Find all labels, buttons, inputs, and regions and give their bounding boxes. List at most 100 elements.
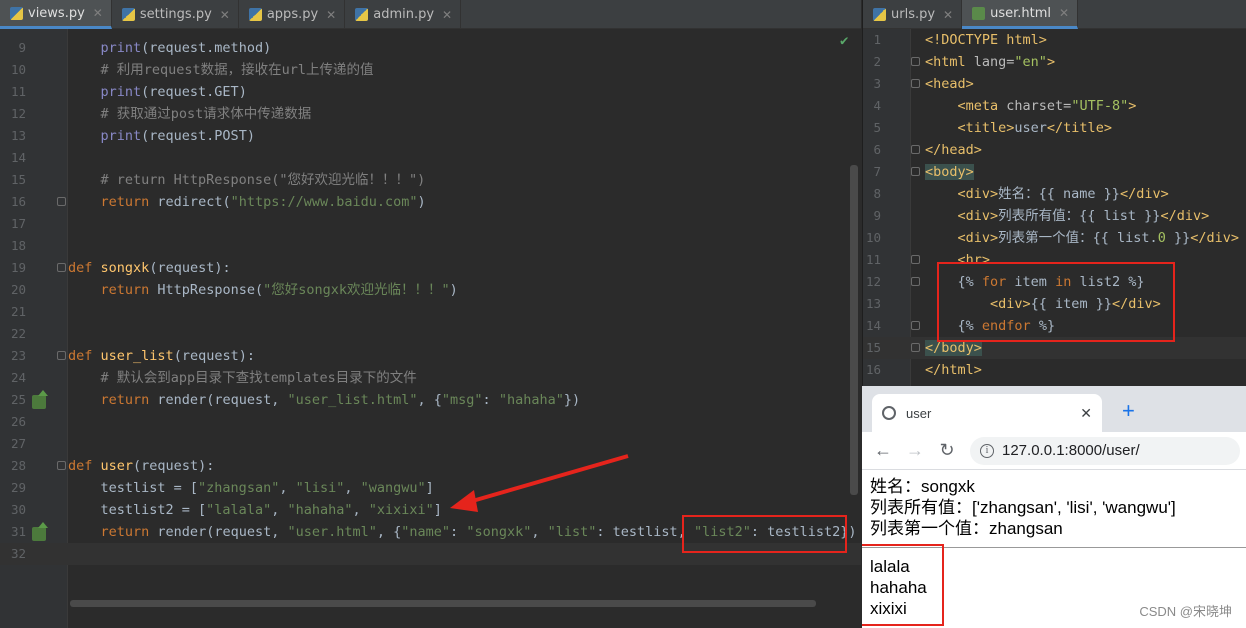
back-arrow-icon[interactable]: ← xyxy=(874,440,892,461)
code-line[interactable]: 9 <div>列表所有值：{{ list }}</div> xyxy=(863,205,1246,227)
code-text: return redirect("https://www.baidu.com") xyxy=(68,191,426,213)
code-text: # return HttpResponse("您好欢迎光临！！！") xyxy=(68,169,426,191)
tab-admin-py[interactable]: admin.py ✕ xyxy=(345,0,462,29)
code-line[interactable]: 10 <div>列表第一个值：{{ list.0 }}</div> xyxy=(863,227,1246,249)
fold-marker-icon[interactable] xyxy=(911,321,920,330)
code-token: <body> xyxy=(925,164,974,180)
fold-marker-icon[interactable] xyxy=(57,197,66,206)
code-text: def user(request): xyxy=(68,455,214,477)
code-line[interactable]: 7 <body> xyxy=(863,161,1246,183)
close-tab-icon[interactable]: ✕ xyxy=(1059,6,1069,20)
browser-tab[interactable]: user ✕ xyxy=(872,394,1102,432)
code-line[interactable]: 26 xyxy=(0,411,861,433)
code-line[interactable]: 16 return redirect("https://www.baidu.co… xyxy=(0,191,861,213)
code-token: , { xyxy=(376,524,402,540)
code-line[interactable]: 2 <html lang="en"> xyxy=(863,51,1246,73)
line-number: 12 xyxy=(865,274,881,289)
close-tab-icon[interactable]: ✕ xyxy=(220,8,230,22)
info-icon[interactable]: i xyxy=(980,443,994,458)
code-line[interactable]: 23 def user_list(request): xyxy=(0,345,861,367)
fold-marker-icon[interactable] xyxy=(911,79,920,88)
code-line[interactable]: 17 xyxy=(0,213,861,235)
code-line[interactable]: 27 xyxy=(0,433,861,455)
code-line[interactable]: 18 xyxy=(0,235,861,257)
code-token: "songxk" xyxy=(466,524,532,540)
code-token: "wangwu" xyxy=(360,480,426,496)
code-token: "lisi" xyxy=(295,480,345,496)
code-line[interactable]: 6 </head> xyxy=(863,139,1246,161)
inspection-ok-icon: ✔ xyxy=(840,33,849,49)
horizontal-scrollbar[interactable] xyxy=(70,600,816,607)
tab-label: views.py xyxy=(28,5,85,21)
code-token: "xixixi" xyxy=(368,502,434,518)
address-bar[interactable]: i 127.0.0.1:8000/user/ xyxy=(970,436,1240,465)
code-line[interactable]: 14 xyxy=(0,147,861,169)
browser-window: user ✕ + ← → ↻ i 127.0.0.1:8000/user/ 姓名… xyxy=(862,386,1246,628)
browser-tab-title: user xyxy=(906,405,932,421)
close-tab-icon[interactable]: ✕ xyxy=(1080,405,1092,422)
fold-marker-icon[interactable] xyxy=(57,351,66,360)
code-token: <head> xyxy=(925,76,974,92)
code-line[interactable]: 16 </html> xyxy=(863,359,1246,381)
html-file-icon xyxy=(972,6,986,20)
code-token: render(request, xyxy=(149,392,288,408)
annotation-box-list2 xyxy=(682,515,847,553)
fold-marker-icon[interactable] xyxy=(57,263,66,272)
code-line[interactable]: 10 # 利用request数据，接收在url上传递的值 xyxy=(0,59,861,81)
code-line[interactable]: 8 <div>姓名：{{ name }}</div> xyxy=(863,183,1246,205)
code-token: # return HttpResponse("您好欢迎光临！！！") xyxy=(68,172,426,188)
template-gutter-icon[interactable] xyxy=(32,522,48,541)
code-editor-user-html[interactable]: urls.py ✕ user.html ✕ 1 <!DOCTYPE html> 2 <htm… xyxy=(862,0,1246,386)
code-line[interactable]: 13 print(request.POST) xyxy=(0,125,861,147)
fold-marker-icon[interactable] xyxy=(57,461,66,470)
code-text: return HttpResponse("您好songxk欢迎光临！！！") xyxy=(68,279,458,301)
close-tab-icon[interactable]: ✕ xyxy=(943,8,953,22)
line-number: 12 xyxy=(10,106,26,121)
code-line[interactable]: 4 <meta charset="UTF-8"> xyxy=(863,95,1246,117)
code-line[interactable]: 15 # return HttpResponse("您好欢迎光临！！！") xyxy=(0,169,861,191)
code-line[interactable]: 5 <title>user</title> xyxy=(863,117,1246,139)
tab-apps-py[interactable]: apps.py ✕ xyxy=(239,0,346,29)
reload-icon[interactable]: ↻ xyxy=(938,440,956,461)
fold-marker-icon[interactable] xyxy=(911,277,920,286)
tab-label: user.html xyxy=(990,5,1052,21)
close-tab-icon[interactable]: ✕ xyxy=(326,8,336,22)
close-tab-icon[interactable]: ✕ xyxy=(93,6,103,20)
fold-marker-icon[interactable] xyxy=(911,167,920,176)
code-line[interactable]: 9 print(request.method) xyxy=(0,37,861,59)
fold-marker-icon[interactable] xyxy=(911,343,920,352)
editor-tab-bar: views.py ✕ settings.py ✕ apps.py ✕ admin.py ✕ xyxy=(0,0,861,29)
code-token: "en" xyxy=(1014,54,1047,70)
tab-user-html[interactable]: user.html ✕ xyxy=(962,0,1079,29)
code-line[interactable]: 12 # 获取通过post请求体中传递数据 xyxy=(0,103,861,125)
forward-arrow-icon[interactable]: → xyxy=(906,440,924,461)
code-line[interactable]: 21 xyxy=(0,301,861,323)
template-gutter-icon[interactable] xyxy=(32,390,48,409)
code-text: <head> xyxy=(925,73,974,95)
tab-urls-py[interactable]: urls.py ✕ xyxy=(863,0,963,29)
code-line[interactable]: 29 testlist = ["zhangsan", "lisi", "wang… xyxy=(0,477,861,499)
code-line[interactable]: 20 return HttpResponse("您好songxk欢迎光临！！！"… xyxy=(0,279,861,301)
tab-settings-py[interactable]: settings.py ✕ xyxy=(112,0,239,29)
code-editor-views-py[interactable]: views.py ✕ settings.py ✕ apps.py ✕ admin.py ✕ 9… xyxy=(0,0,861,628)
code-line[interactable]: 11 print(request.GET) xyxy=(0,81,861,103)
new-tab-button[interactable]: + xyxy=(1122,398,1135,424)
code-token: , xyxy=(279,480,296,496)
vertical-scrollbar[interactable] xyxy=(850,165,858,495)
close-tab-icon[interactable]: ✕ xyxy=(442,8,452,22)
fold-marker-icon[interactable] xyxy=(911,145,920,154)
code-token: (request): xyxy=(173,348,255,364)
code-line[interactable]: 24 # 默认会到app目录下查找templates目录下的文件 xyxy=(0,367,861,389)
editor-tab-bar: urls.py ✕ user.html ✕ xyxy=(863,0,1246,29)
code-token: user xyxy=(100,458,134,474)
code-line[interactable]: 25 return render(request, "user_list.htm… xyxy=(0,389,861,411)
tab-views-py[interactable]: views.py ✕ xyxy=(0,0,112,29)
fold-marker-icon[interactable] xyxy=(911,255,920,264)
fold-marker-icon[interactable] xyxy=(911,57,920,66)
code-line[interactable]: 3 <head> xyxy=(863,73,1246,95)
code-line[interactable]: 19 def songxk(request): xyxy=(0,257,861,279)
code-line[interactable]: 1 <!DOCTYPE html> xyxy=(863,29,1246,51)
code-line[interactable]: 28 def user(request): xyxy=(0,455,861,477)
code-line[interactable]: 22 xyxy=(0,323,861,345)
